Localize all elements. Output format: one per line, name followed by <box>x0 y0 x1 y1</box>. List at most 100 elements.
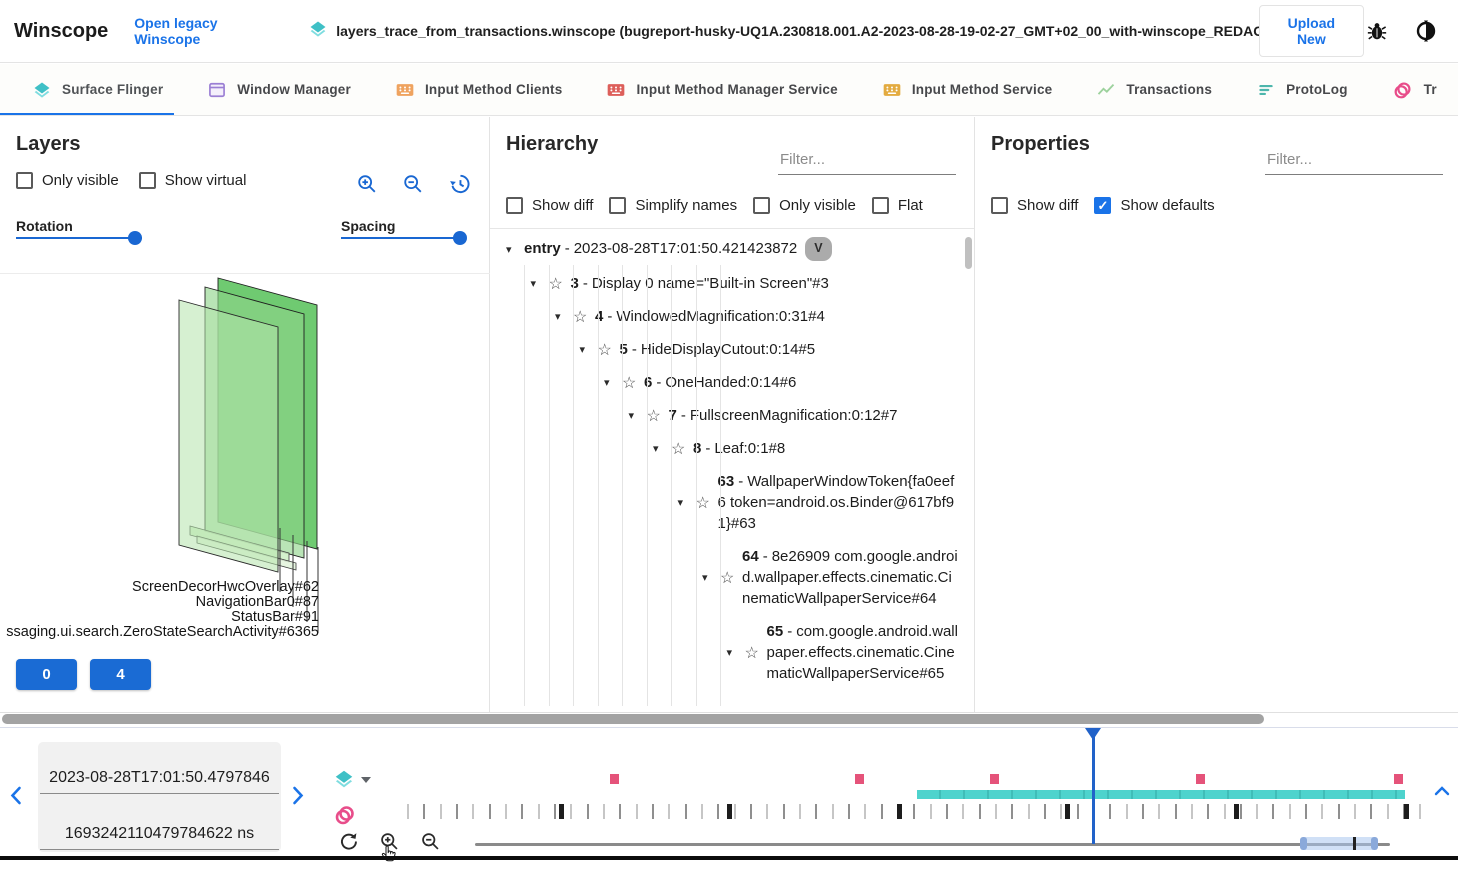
rotation-slider[interactable] <box>16 237 142 239</box>
timeline-playhead[interactable] <box>1092 728 1095 844</box>
zoom-range-handle-right[interactable] <box>1371 837 1378 850</box>
chevron-down-icon[interactable]: ▾ <box>506 243 524 256</box>
checkbox-box[interactable] <box>1094 197 1111 214</box>
tree-node[interactable]: ▾☆ 4-WindowedMagnification:0:31#4 <box>506 300 960 333</box>
only-visible-checkbox[interactable]: Only visible <box>16 172 119 189</box>
zoom-out-button[interactable] <box>402 172 424 195</box>
collapse-timeline-button[interactable] <box>1432 782 1452 801</box>
chevron-down-icon[interactable]: ▾ <box>555 310 573 323</box>
tree-node[interactable]: ▾☆ 5-HideDisplayCutout:0:14#5 <box>506 333 960 366</box>
tab-protolog[interactable]: ProtoLog <box>1234 64 1370 115</box>
star-icon[interactable]: ☆ <box>647 406 669 426</box>
tree-node[interactable]: ▾☆ 65-com.google.android.wallpaper.effec… <box>506 615 960 690</box>
next-entry-button[interactable] <box>290 784 306 810</box>
spacing-slider[interactable] <box>341 237 462 239</box>
chevron-down-icon[interactable]: ▾ <box>653 442 671 455</box>
zoom-range-handle-left[interactable] <box>1300 837 1307 850</box>
tree-node[interactable]: ▾☆ 8-Leaf:0:1#8 <box>506 432 960 465</box>
zoom-range-selection[interactable] <box>1300 837 1378 850</box>
star-icon[interactable]: ☆ <box>720 568 742 588</box>
star-icon[interactable]: ☆ <box>745 643 767 663</box>
transition-event-marker[interactable] <box>1196 774 1205 784</box>
dark-mode-toggle[interactable] <box>1414 19 1438 43</box>
transition-event-marker[interactable] <box>610 774 619 784</box>
rotation-slider-thumb[interactable] <box>128 231 142 245</box>
upload-new-button[interactable]: Upload New <box>1259 5 1364 57</box>
chevron-down-icon[interactable]: ▾ <box>629 409 647 422</box>
transition-event-marker[interactable] <box>990 774 999 784</box>
checkbox-box[interactable] <box>991 197 1008 214</box>
tab-input-method-clients[interactable]: Input Method Clients <box>373 64 584 115</box>
show-virtual-checkbox[interactable]: Show virtual <box>139 172 247 189</box>
transition-event-marker[interactable] <box>855 774 864 784</box>
chevron-down-icon[interactable]: ▾ <box>580 343 598 356</box>
timeline-major-tick[interactable] <box>559 804 564 819</box>
timeline-tick <box>1207 804 1209 819</box>
timeline-major-tick[interactable] <box>897 804 902 819</box>
star-icon[interactable]: ☆ <box>598 340 620 360</box>
tab-window-manager[interactable]: Window Manager <box>185 64 373 115</box>
tree-node[interactable]: ▾☆ 63-WallpaperWindowToken{fa0eef6 token… <box>506 465 960 540</box>
transitions-icon[interactable] <box>333 803 357 832</box>
tree-node-entry[interactable]: ▾ entry-2023-08-28T17:01:50.421423872V <box>506 231 960 267</box>
show-defaults-checkbox[interactable]: Show defaults <box>1094 197 1214 214</box>
simplify-names-checkbox[interactable]: Simplify names <box>609 197 737 214</box>
hierarchy-filter-input[interactable] <box>778 147 956 175</box>
timeline-major-tick[interactable] <box>1065 804 1070 819</box>
surface-flinger-trace-bar[interactable] <box>917 790 1405 799</box>
star-icon[interactable]: ☆ <box>671 439 693 459</box>
properties-filter-input[interactable] <box>1265 147 1443 175</box>
previous-entry-button[interactable] <box>8 784 24 810</box>
timeline-major-tick[interactable] <box>1234 804 1239 819</box>
star-icon[interactable]: ☆ <box>696 493 718 513</box>
star-icon[interactable]: ☆ <box>622 373 644 393</box>
spacing-slider-thumb[interactable] <box>453 231 467 245</box>
tab-transitions[interactable]: Tr <box>1370 64 1458 115</box>
timeline-major-tick[interactable] <box>1404 804 1409 819</box>
tree-node[interactable]: ▾☆ 64-8e26909 com.google.android.wallpap… <box>506 540 960 615</box>
star-icon[interactable]: ☆ <box>549 274 571 294</box>
zoom-in-button[interactable] <box>356 172 378 195</box>
display-id-button-4[interactable]: 4 <box>90 659 151 690</box>
reset-view-button[interactable] <box>448 172 471 195</box>
checkbox-box[interactable] <box>872 197 889 214</box>
chevron-down-icon[interactable]: ▾ <box>678 496 696 509</box>
tree-node[interactable]: ▾☆ 7-FullscreenMagnification:0:12#7 <box>506 399 960 432</box>
loaded-file-chip: layers_trace_from_transactions.winscope … <box>308 19 1258 44</box>
only-visible-checkbox[interactable]: Only visible <box>753 197 856 214</box>
tree-node[interactable]: ▾☆ 3-Display 0 name="Built-in Screen"#3 <box>506 267 960 300</box>
chevron-down-icon[interactable]: ▾ <box>727 646 745 659</box>
refresh-button[interactable] <box>338 831 359 852</box>
open-legacy-link[interactable]: Open legacy Winscope <box>134 15 278 47</box>
checkbox-box[interactable] <box>16 172 33 189</box>
show-diff-checkbox[interactable]: Show diff <box>506 197 593 214</box>
tree-node[interactable]: ▾☆ 6-OneHanded:0:14#6 <box>506 366 960 399</box>
timeline-viz[interactable] <box>405 728 1443 857</box>
hierarchy-scrollbar[interactable] <box>965 237 972 269</box>
tab-input-method-manager-service[interactable]: Input Method Manager Service <box>584 64 859 115</box>
tab-surface-flinger[interactable]: Surface Flinger <box>0 64 185 115</box>
tab-input-method-service[interactable]: Input Method Service <box>860 64 1075 115</box>
layers-icon[interactable] <box>333 768 357 795</box>
chevron-down-icon[interactable]: ▾ <box>604 376 622 389</box>
display-id-button-0[interactable]: 0 <box>16 659 77 690</box>
transition-event-marker[interactable] <box>1394 774 1403 784</box>
checkbox-box[interactable] <box>609 197 626 214</box>
tab-transactions[interactable]: Transactions <box>1074 64 1234 115</box>
chevron-down-icon[interactable]: ▾ <box>702 571 720 584</box>
checkbox-box[interactable] <box>139 172 156 189</box>
checkbox-box[interactable] <box>506 197 523 214</box>
timeline-zoom-in-button[interactable] <box>379 831 400 852</box>
checkbox-box[interactable] <box>753 197 770 214</box>
flat-checkbox[interactable]: Flat <box>872 197 923 214</box>
report-bug-button[interactable] <box>1366 20 1388 42</box>
horizontal-scrollbar[interactable] <box>2 714 1264 724</box>
show-diff-checkbox[interactable]: Show diff <box>991 197 1078 214</box>
star-icon[interactable]: ☆ <box>573 307 595 327</box>
timeline-major-tick[interactable] <box>727 804 732 819</box>
chevron-down-icon[interactable]: ▾ <box>531 277 549 290</box>
human-time-field[interactable]: 2023-08-28T17:01:50.4797846 <box>40 744 279 794</box>
zoom-range-track[interactable] <box>475 843 1390 846</box>
ns-time-field[interactable]: 1693242110479784622 ns <box>40 800 279 850</box>
trace-select-caret[interactable] <box>361 777 371 783</box>
